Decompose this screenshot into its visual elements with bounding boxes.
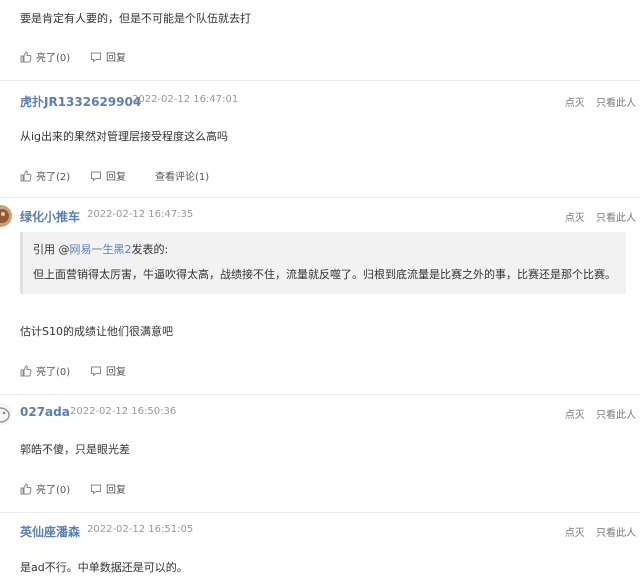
reply-label: 回复 <box>106 367 126 378</box>
like-button[interactable]: 亮了(0) <box>20 49 70 64</box>
only-this-user-button[interactable]: 只看此人 <box>596 410 636 421</box>
comment-header: 027ada 2022-02-12 16:50:36 点灭 只看此人 <box>20 405 636 421</box>
comment-header: 虎扑JR1332629904 2022-02-12 16:47:01 点灭 只看… <box>20 93 636 109</box>
reply-icon <box>91 366 101 377</box>
reply-button[interactable]: 回复 <box>90 363 126 378</box>
quote-text: 但上面营销得太厉害，牛逼吹得太高，战绩接不住，流量就反噬了。归根到底流量是比赛之… <box>33 268 616 281</box>
comment-text: 郭皓不傻，只是眼光差 <box>20 443 130 456</box>
comment-text: 从ig出来的果然对管理层接受程度这么高吗 <box>20 130 229 143</box>
comment-item: 绿化小推车 2022-02-12 16:47:35 点灭 只看此人 引用 @网易… <box>0 198 640 395</box>
comment-right-actions: 点灭 只看此人 <box>557 94 636 109</box>
comment-time: 2022-02-12 16:51:05 <box>87 524 194 535</box>
reply-label: 回复 <box>106 485 126 496</box>
reply-icon <box>91 52 101 63</box>
reply-label: 回复 <box>106 53 126 64</box>
thumb-up-icon <box>20 482 32 494</box>
comment-right-actions: 点灭 只看此人 <box>557 406 636 421</box>
dislike-button[interactable]: 点灭 <box>565 98 585 109</box>
avatar[interactable] <box>0 205 12 227</box>
comment-item: 要是肯定有人要的，但是不可能是个队伍就去打 亮了(0) 回复 <box>0 0 640 81</box>
only-this-user-button[interactable]: 只看此人 <box>596 213 636 224</box>
reply-icon <box>91 484 101 495</box>
only-this-user-button[interactable]: 只看此人 <box>596 98 636 109</box>
reply-label: 回复 <box>106 172 126 183</box>
comment-item: 027ada 2022-02-12 16:50:36 点灭 只看此人 郭皓不傻，… <box>0 395 640 513</box>
dislike-button[interactable]: 点灭 <box>565 410 585 421</box>
reply-button[interactable]: 回复 <box>90 49 126 64</box>
like-button[interactable]: 亮了(0) <box>20 481 70 496</box>
thumb-up-icon <box>20 364 32 376</box>
comment-item: 虎扑JR1332629904 2022-02-12 16:47:01 点灭 只看… <box>0 81 640 198</box>
reply-button[interactable]: 回复 <box>90 168 126 183</box>
comment-header: 英仙座潘森 2022-02-12 16:51:05 点灭 只看此人 <box>20 523 636 539</box>
quote-suffix: 发表的: <box>131 243 169 256</box>
like-label: 亮了(0) <box>36 485 71 496</box>
like-label: 亮了(2) <box>36 172 71 183</box>
author-name[interactable]: 027ada <box>20 405 70 419</box>
like-label: 亮了(0) <box>36 53 71 64</box>
only-this-user-button[interactable]: 只看此人 <box>596 528 636 539</box>
comment-time: 2022-02-12 16:47:35 <box>87 209 194 220</box>
quote-user-link[interactable]: 网易一生黑2 <box>70 243 132 256</box>
comment-text: 是ad不行。中单数据还是可以的。 <box>20 561 188 574</box>
like-label: 亮了(0) <box>36 367 71 378</box>
reply-icon <box>91 171 101 182</box>
author-name[interactable]: 绿化小推车 <box>20 208 80 225</box>
author-name[interactable]: 英仙座潘森 <box>20 523 80 540</box>
avatar[interactable] <box>0 403 12 425</box>
author-name[interactable]: 虎扑JR1332629904 <box>20 93 141 110</box>
comment-right-actions: 点灭 只看此人 <box>557 209 636 224</box>
quote-block: 引用 @网易一生黑2发表的: 但上面营销得太厉害，牛逼吹得太高，战绩接不住，流量… <box>20 232 626 294</box>
comment-item: 英仙座潘森 2022-02-12 16:51:05 点灭 只看此人 是ad不行。… <box>0 513 640 584</box>
comment-text: 要是肯定有人要的，但是不可能是个队伍就去打 <box>20 12 251 25</box>
view-comments-button[interactable]: 查看评论(1) <box>155 168 209 183</box>
thumb-up-icon <box>20 169 32 181</box>
like-button[interactable]: 亮了(2) <box>20 168 70 183</box>
comment-time: 2022-02-12 16:47:01 <box>132 94 239 105</box>
comment-text: 估计S10的成绩让他们很满意吧 <box>20 325 173 338</box>
dislike-button[interactable]: 点灭 <box>565 213 585 224</box>
dislike-button[interactable]: 点灭 <box>565 528 585 539</box>
comment-time: 2022-02-12 16:50:36 <box>70 406 177 417</box>
view-comments-label: 查看评论(1) <box>155 172 210 183</box>
comment-header: 绿化小推车 2022-02-12 16:47:35 点灭 只看此人 <box>20 208 636 224</box>
comment-right-actions: 点灭 只看此人 <box>557 524 636 539</box>
like-button[interactable]: 亮了(0) <box>20 363 70 378</box>
reply-button[interactable]: 回复 <box>90 481 126 496</box>
quote-header: 引用 @网易一生黑2发表的: <box>33 241 168 257</box>
thumb-up-icon <box>20 50 32 62</box>
quote-prefix: 引用 @ <box>33 243 70 256</box>
